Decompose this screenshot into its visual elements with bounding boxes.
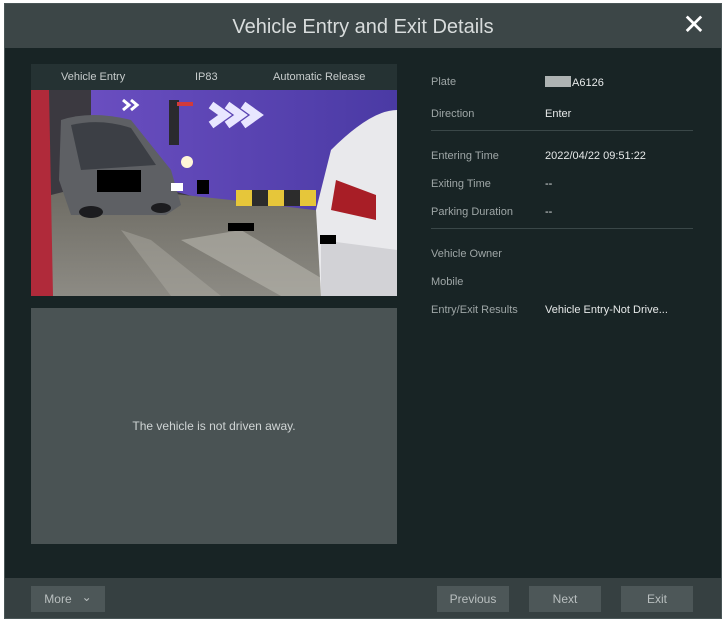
more-dropdown[interactable]: More ⌄ [31,586,105,612]
capture-type-label: Vehicle Entry [61,71,126,83]
vehicle-snapshot-image [31,90,397,296]
dialog-body: Vehicle Entry IP83 Automatic Release The… [5,48,721,578]
exiting-time-value: -- [545,178,553,190]
plate-label: Plate [431,76,457,88]
vehicle-owner-label: Vehicle Owner [431,248,502,260]
entry-exit-results-value: Vehicle Entry-Not Drive... [545,304,668,316]
vehicle-snapshot[interactable] [31,90,397,296]
plate-text: A6126 [572,77,604,89]
close-icon[interactable]: ✕ [679,10,709,40]
dialog-title: Vehicle Entry and Exit Details [232,16,494,38]
exiting-time-label: Exiting Time [431,178,491,190]
exit-snapshot-placeholder: The vehicle is not driven away. [31,308,397,544]
entry-exit-results-label: Entry/Exit Results [431,304,518,316]
more-label: More [44,592,72,606]
mobile-label: Mobile [431,276,464,288]
chevron-down-icon: ⌄ [81,590,92,604]
plate-value: A6126 [545,76,604,89]
dialog-titlebar: Vehicle Entry and Exit Details ✕ [5,4,721,48]
parking-duration-label: Parking Duration [431,206,513,218]
camera-label: IP83 [195,71,218,83]
redacted-block [545,76,571,87]
placeholder-message: The vehicle is not driven away. [132,419,296,433]
vehicle-details-dialog: Vehicle Entry and Exit Details ✕ Vehicle… [4,3,722,619]
direction-label: Direction [431,108,475,120]
divider [431,130,693,131]
dialog-footer: More ⌄ Previous Next Exit [5,578,721,618]
release-mode-label: Automatic Release [273,71,366,83]
entering-time-value: 2022/04/22 09:51:22 [545,150,646,162]
divider [431,228,693,229]
direction-value: Enter [545,108,572,120]
parking-duration-value: -- [545,206,553,218]
capture-header: Vehicle Entry IP83 Automatic Release [31,64,397,90]
next-button[interactable]: Next [529,586,601,612]
previous-button[interactable]: Previous [437,586,509,612]
exit-button[interactable]: Exit [621,586,693,612]
entering-time-label: Entering Time [431,150,499,162]
